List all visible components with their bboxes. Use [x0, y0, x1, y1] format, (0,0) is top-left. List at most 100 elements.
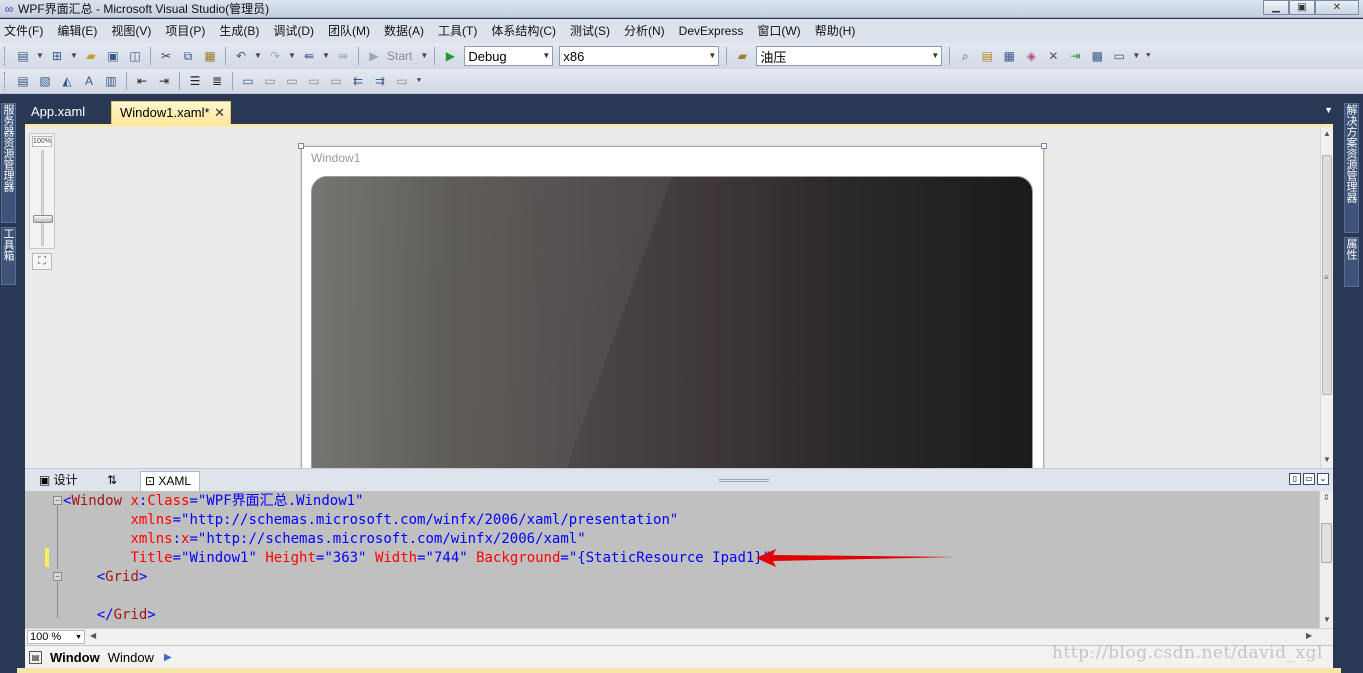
- swap-panes-button[interactable]: ⇅: [103, 471, 129, 491]
- menu-devexpress[interactable]: DevExpress: [679, 20, 751, 42]
- chevron-down-icon[interactable]: ▼: [287, 47, 297, 65]
- close-icon[interactable]: ✕: [214, 102, 225, 124]
- redo-icon[interactable]: ↷: [266, 47, 284, 65]
- document-outline-icon[interactable]: ▤: [29, 650, 42, 664]
- copy-icon[interactable]: ⧉: [179, 47, 197, 65]
- display-parameter-info-icon[interactable]: ▧: [36, 72, 54, 90]
- editor-zoom-select[interactable]: 100 % ▼: [27, 630, 85, 644]
- toolbar-grip[interactable]: [4, 72, 8, 90]
- chevron-down-icon[interactable]: ▼: [321, 47, 331, 65]
- menu-team[interactable]: 团队(M): [328, 20, 377, 42]
- find-symbol-icon[interactable]: ⌕: [956, 47, 974, 65]
- save-icon[interactable]: ▣: [104, 47, 122, 65]
- extension-manager-icon[interactable]: ▩: [1088, 47, 1106, 65]
- resize-handle[interactable]: [298, 143, 304, 149]
- tab-design[interactable]: ▣ 设计: [35, 471, 97, 491]
- uncomment-lines-icon[interactable]: ≣: [208, 72, 226, 90]
- save-all-icon[interactable]: ◫: [126, 47, 144, 65]
- navigate-forward-icon[interactable]: ⇛: [334, 47, 352, 65]
- menu-analyze[interactable]: 分析(N): [624, 20, 672, 42]
- design-surface[interactable]: 100% ⛶ Window1: [25, 124, 1333, 468]
- toggle-bookmark-icon[interactable]: ▭: [239, 72, 257, 90]
- maximize-button[interactable]: ▣: [1289, 0, 1315, 15]
- tab-window1-xaml[interactable]: Window1.xaml* ✕: [111, 101, 231, 124]
- properties-tab[interactable]: 属性: [1344, 237, 1359, 287]
- tab-app-xaml[interactable]: App.xaml: [23, 101, 93, 124]
- scroll-down-icon[interactable]: ▼: [1323, 615, 1331, 624]
- wpf-window-preview[interactable]: Window1: [298, 143, 1047, 468]
- breadcrumb-expand-icon[interactable]: ▶: [164, 652, 172, 663]
- minimize-button[interactable]: ▁: [1263, 0, 1289, 15]
- chevron-down-icon[interactable]: ▼: [35, 47, 45, 65]
- menu-view[interactable]: 视图(V): [111, 20, 158, 42]
- menu-test[interactable]: 测试(S): [570, 20, 617, 42]
- collapse-icon[interactable]: −: [53, 572, 62, 581]
- close-button[interactable]: ✕: [1315, 0, 1359, 15]
- next-bookmark-folder-icon[interactable]: ▭: [327, 72, 345, 90]
- splitter-grip[interactable]: [719, 479, 769, 482]
- chevron-down-icon[interactable]: ▼: [69, 47, 79, 65]
- menu-window[interactable]: 窗口(W): [757, 20, 807, 42]
- scroll-thumb[interactable]: [1321, 523, 1332, 563]
- clear-bookmarks-icon[interactable]: ▭: [393, 72, 411, 90]
- properties-window-icon[interactable]: ▦: [1000, 47, 1018, 65]
- start-debugging-icon[interactable]: ▶: [441, 47, 459, 65]
- menu-help[interactable]: 帮助(H): [815, 20, 863, 42]
- display-quick-info-icon[interactable]: ◭: [58, 72, 76, 90]
- design-vertical-scrollbar[interactable]: ▲ ≡ ▼: [1320, 127, 1333, 468]
- toggle-spacing-icon[interactable]: ▥: [102, 72, 120, 90]
- solution-configuration-select[interactable]: Debug ▼: [464, 46, 554, 66]
- cut-icon[interactable]: ✂: [157, 47, 175, 65]
- open-folder-icon[interactable]: ▰: [82, 47, 100, 65]
- toolbar-grip[interactable]: [4, 47, 8, 65]
- start-page-icon[interactable]: ⇥: [1066, 47, 1084, 65]
- vertical-split-icon[interactable]: ▯: [1289, 473, 1301, 485]
- ipad-background-rect[interactable]: [311, 176, 1033, 468]
- toolbox-icon[interactable]: ✕: [1044, 47, 1062, 65]
- comment-lines-icon[interactable]: ☰: [186, 72, 204, 90]
- next-bookmark-document-icon[interactable]: ⇉: [371, 72, 389, 90]
- split-editor-icon[interactable]: ⇕: [1323, 493, 1330, 502]
- display-object-member-list-icon[interactable]: ▤: [14, 72, 32, 90]
- toolbar-options-icon[interactable]: ⯆: [414, 72, 424, 90]
- toolbar-options-icon[interactable]: ⯆: [1143, 47, 1153, 65]
- next-bookmark-icon[interactable]: ▭: [283, 72, 301, 90]
- new-project-icon[interactable]: ▤: [14, 47, 32, 65]
- paste-icon[interactable]: ▦: [201, 47, 219, 65]
- zoom-thumb[interactable]: [33, 215, 53, 224]
- tab-dropdown-icon[interactable]: ▼: [1324, 105, 1333, 115]
- breadcrumb-item[interactable]: Window: [108, 650, 154, 665]
- menu-file[interactable]: 文件(F): [4, 20, 50, 42]
- tab-xaml[interactable]: ⊡ XAML: [140, 471, 200, 491]
- fit-to-window-button[interactable]: ⛶: [32, 253, 52, 270]
- menu-build[interactable]: 生成(B): [219, 20, 266, 42]
- horizontal-split-icon[interactable]: ▭: [1303, 473, 1315, 485]
- chevron-down-icon[interactable]: ▼: [419, 47, 429, 65]
- menu-data[interactable]: 数据(A): [384, 20, 431, 42]
- chevron-down-icon[interactable]: ▼: [1131, 47, 1141, 65]
- solution-explorer-tab[interactable]: 解决方案资源管理器: [1344, 103, 1359, 233]
- menu-architecture[interactable]: 体系结构(C): [491, 20, 563, 42]
- previous-bookmark-icon[interactable]: ▭: [261, 72, 279, 90]
- find-in-files-icon[interactable]: ▰: [733, 47, 751, 65]
- menu-project[interactable]: 项目(P): [165, 20, 212, 42]
- display-word-completion-icon[interactable]: A: [80, 72, 98, 90]
- scroll-up-icon[interactable]: ▲: [1323, 129, 1331, 138]
- resize-handle[interactable]: [1041, 143, 1047, 149]
- object-browser-icon[interactable]: ◈: [1022, 47, 1040, 65]
- scroll-left-icon[interactable]: ◀: [90, 631, 96, 640]
- menu-tools[interactable]: 工具(T): [438, 20, 484, 42]
- scroll-right-icon[interactable]: ▶: [1306, 631, 1312, 640]
- previous-bookmark-folder-icon[interactable]: ▭: [305, 72, 323, 90]
- collapse-icon[interactable]: −: [53, 496, 62, 505]
- previous-bookmark-document-icon[interactable]: ⇇: [349, 72, 367, 90]
- increase-indent-icon[interactable]: ⇥: [155, 72, 173, 90]
- collapse-pane-icon[interactable]: ⌄: [1317, 473, 1329, 485]
- zoom-slider[interactable]: 100%: [29, 133, 55, 249]
- chevron-down-icon[interactable]: ▼: [253, 47, 263, 65]
- decrease-indent-icon[interactable]: ⇤: [133, 72, 151, 90]
- toolbox-tab[interactable]: 工具箱: [1, 227, 16, 285]
- solution-platform-select[interactable]: x86 ▼: [559, 46, 720, 66]
- add-item-icon[interactable]: ⊞: [48, 47, 66, 65]
- xaml-code-editor[interactable]: − − <Window x:Class="WPF界面汇总.Window1" xm…: [25, 491, 1333, 628]
